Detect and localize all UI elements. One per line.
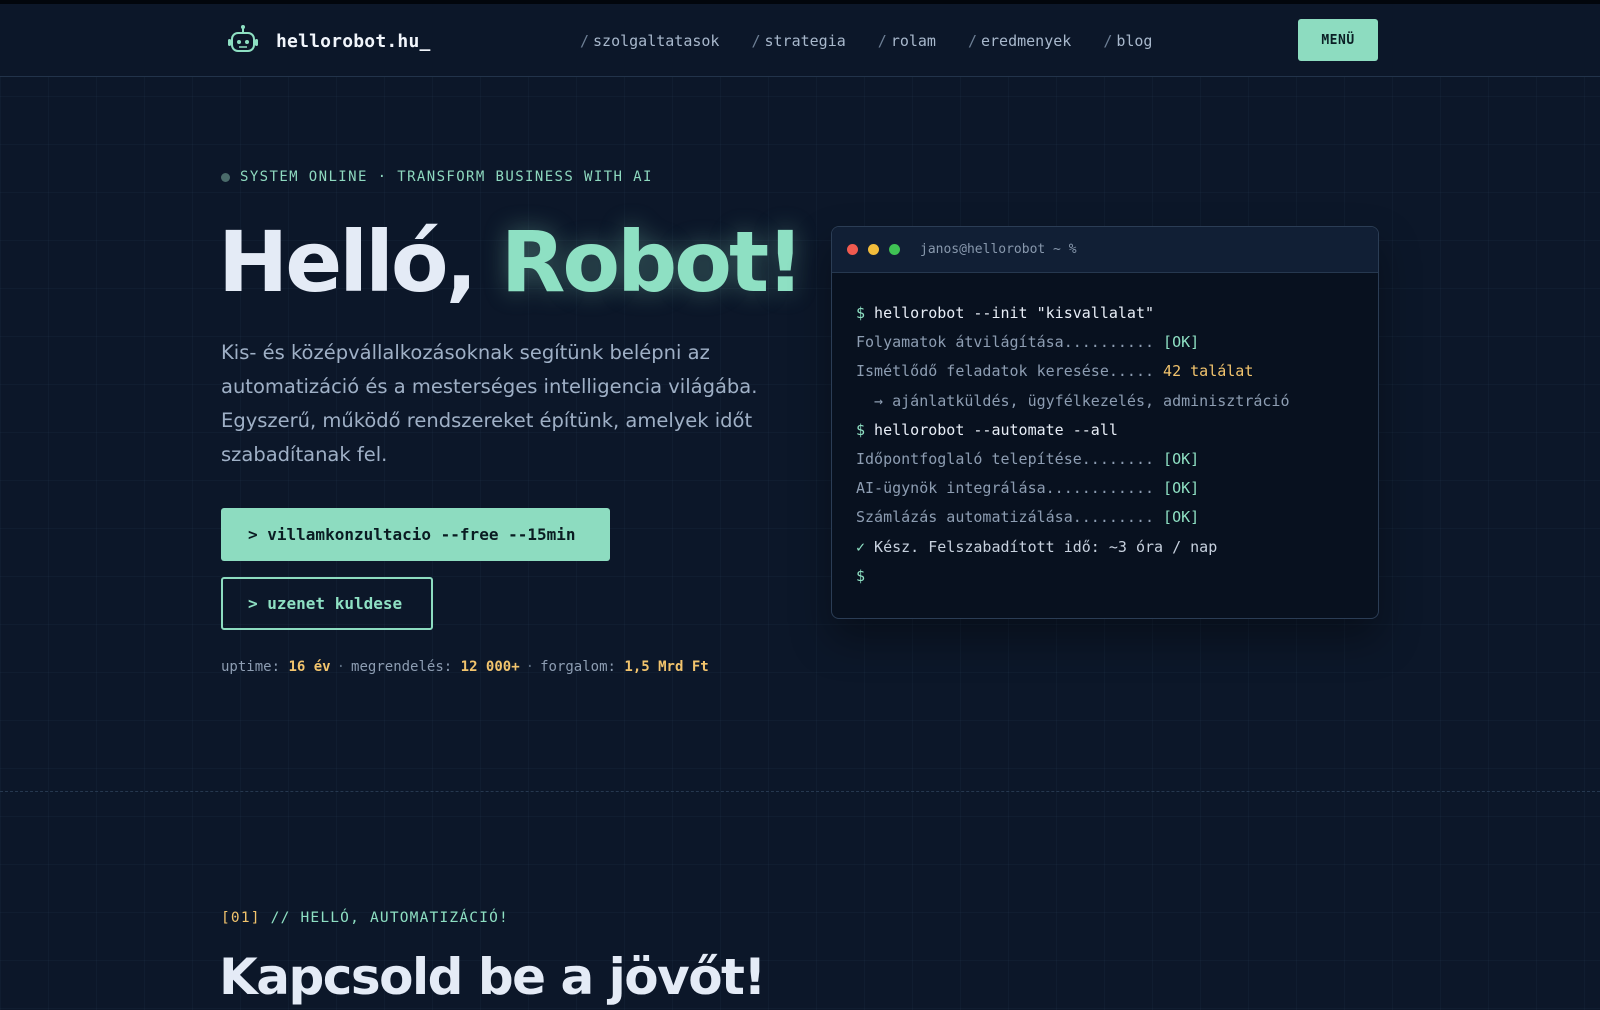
- status-hits: 42 találat: [1163, 362, 1254, 381]
- terminal-line: $ hellorobot --automate --all: [856, 416, 1378, 445]
- robot-icon: [228, 25, 258, 52]
- status-ok: [OK]: [1163, 508, 1200, 527]
- command-text: hellorobot --init "kisvallalat": [865, 304, 1155, 322]
- nav-item-strategia[interactable]: / strategia: [751, 32, 845, 50]
- status-ok: [OK]: [1163, 479, 1200, 498]
- section-divider: [0, 791, 1600, 792]
- terminal-title: janos@hellorobot ~ %: [920, 242, 1077, 257]
- maximize-dot-icon: [889, 244, 900, 255]
- prompt-symbol: $: [856, 566, 866, 585]
- terminal-line: $ hellorobot --init "kisvallalat": [856, 299, 1378, 328]
- terminal-line: → ajánlatküldés, ügyfélkezelés, adminisz…: [856, 391, 1290, 410]
- consultation-button[interactable]: > villamkonzultacio --free --15min: [221, 508, 610, 561]
- stat-value: 16 év: [288, 659, 331, 675]
- status-ok: [OK]: [1163, 333, 1200, 352]
- terminal-line: ✓ Kész. Felszabadított idő: ~3 óra / nap: [856, 533, 1378, 562]
- status-dot-icon: [221, 172, 230, 182]
- terminal-window: janos@hellorobot ~ % $ hellorobot --init…: [831, 226, 1379, 619]
- stat-label: megrendelés:: [351, 659, 453, 675]
- output-text: Folyamatok átvilágítása..........: [856, 333, 1164, 352]
- check-icon: ✓: [856, 537, 866, 556]
- nav-slash: /: [580, 32, 590, 50]
- status-text: SYSTEM ONLINE · TRANSFORM BUSINESS WITH …: [240, 169, 653, 185]
- section-label-text: // HELLÓ, AUTOMATIZÁCIÓ!: [260, 910, 509, 926]
- logo-text: hellorobot.hu_: [276, 30, 431, 52]
- hero-title: Helló, Robot!: [218, 212, 805, 312]
- stat-label: forgalom:: [540, 659, 616, 675]
- section-title: Kapcsold be a jövőt!: [219, 948, 766, 1006]
- terminal-line: AI-ügynök integrálása............ [OK]: [856, 474, 1378, 503]
- stat-separator: ·: [525, 659, 535, 675]
- prompt-symbol: $: [856, 420, 866, 439]
- hero-description: Kis- és középvállalkozásoknak segítünk b…: [221, 341, 758, 466]
- nav-item-eredmenyek[interactable]: / eredmenyek: [968, 32, 1071, 50]
- stat-label: uptime:: [221, 659, 281, 675]
- output-text: AI-ügynök integrálása............: [856, 479, 1164, 498]
- output-text: Számlázás automatizálása.........: [856, 508, 1164, 527]
- terminal-line: Számlázás automatizálása......... [OK]: [856, 503, 1378, 532]
- status-line: SYSTEM ONLINE · TRANSFORM BUSINESS WITH …: [221, 169, 653, 185]
- output-text: Ismétlődő feladatok keresése.....: [856, 362, 1164, 381]
- hero-title-main: Helló,: [218, 213, 477, 311]
- nav-slash: /: [877, 32, 887, 50]
- prompt-symbol: $: [856, 304, 866, 322]
- terminal-line: Ismétlődő feladatok keresése..... 42 tal…: [856, 357, 1378, 386]
- minimize-dot-icon: [868, 244, 879, 255]
- send-message-button[interactable]: > uzenet kuldese: [221, 577, 433, 630]
- nav-label: rolam: [890, 32, 936, 50]
- site-header: hellorobot.hu_ / szolgaltatasok / strategi…: [0, 4, 1600, 77]
- nav-item-rolam[interactable]: / rolam: [878, 32, 936, 50]
- stat-value: 1,5 Mrd Ft: [624, 659, 709, 675]
- stats-line: uptime: 16 év · megrendelés: 12 000+ · forga…: [221, 659, 709, 675]
- hero-title-accent: Robot!: [500, 213, 805, 311]
- stat-value: 12 000+: [460, 659, 520, 675]
- logo[interactable]: hellorobot.hu_: [226, 24, 431, 58]
- nav-item-szolgaltatasok[interactable]: / szolgaltatasok: [580, 32, 719, 50]
- menu-button[interactable]: MENÜ: [1298, 19, 1378, 61]
- nav-item-blog[interactable]: / blog: [1103, 32, 1152, 50]
- terminal-body: $ hellorobot --init "kisvallalat" Folyama…: [832, 273, 1378, 591]
- terminal-line: $: [856, 562, 1378, 591]
- section-number: [01]: [221, 910, 261, 926]
- nav-label: strategia: [764, 32, 846, 50]
- nav-label: eredmenyek: [981, 32, 1072, 50]
- terminal-line: Folyamatok átvilágítása.......... [OK]: [856, 328, 1378, 357]
- output-text: Időpontfoglaló telepítése........: [856, 450, 1164, 469]
- nav-slash: /: [751, 32, 761, 50]
- nav-label: szolgaltatasok: [593, 32, 720, 50]
- nav-slash: /: [967, 32, 977, 50]
- terminal-titlebar: janos@hellorobot ~ %: [832, 227, 1378, 273]
- main-nav: / szolgaltatasok / strategia / rolam / eredm…: [580, 32, 1184, 50]
- stat-separator: ·: [336, 659, 346, 675]
- nav-label: blog: [1116, 32, 1153, 50]
- terminal-line: Időpontfoglaló telepítése........ [OK]: [856, 445, 1378, 474]
- command-text: hellorobot --automate --all: [865, 420, 1118, 439]
- status-ok: [OK]: [1163, 450, 1200, 469]
- output-text: Kész. Felszabadított idő: ~3 óra / nap: [865, 537, 1218, 556]
- nav-slash: /: [1103, 32, 1113, 50]
- section-label: [01] // HELLÓ, AUTOMATIZÁCIÓ!: [221, 910, 509, 926]
- close-dot-icon: [847, 244, 858, 255]
